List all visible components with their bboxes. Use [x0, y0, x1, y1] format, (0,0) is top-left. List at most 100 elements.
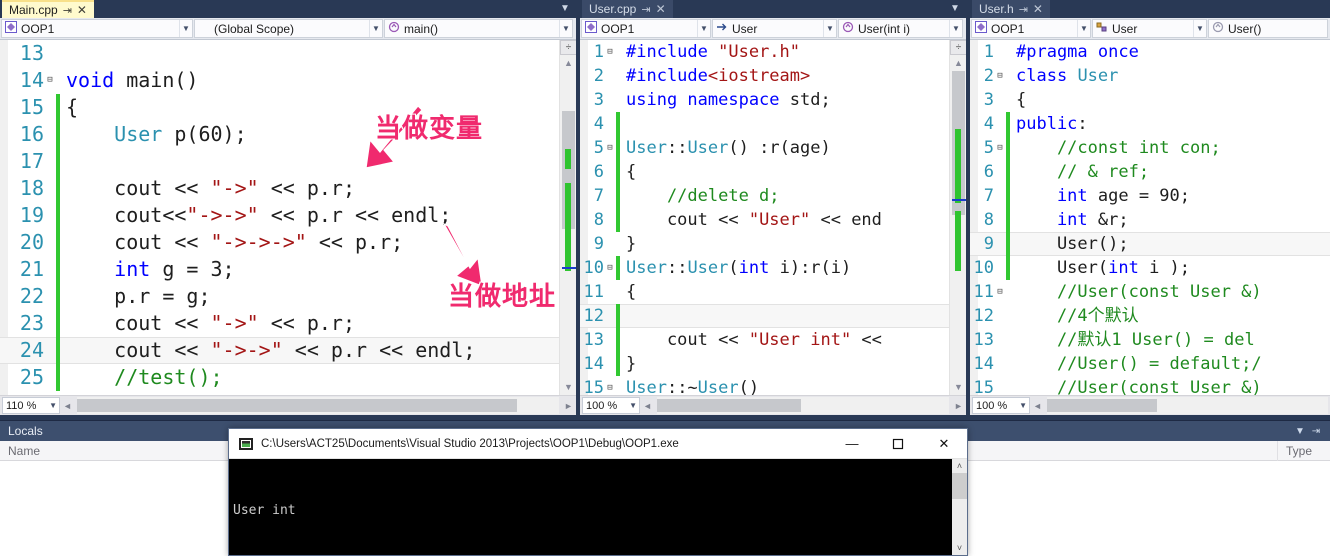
pin-icon[interactable]: ⇥	[1019, 3, 1028, 16]
code-line[interactable]: 1 #pragma once	[970, 40, 1330, 64]
console-scrollbar[interactable]: ˄ ˅	[952, 459, 967, 555]
scope-combo-3[interactable]: User ▼	[1092, 19, 1207, 38]
code-line[interactable]: 13 //默认1 User() = del	[970, 328, 1330, 352]
code-line[interactable]: 15 ⊟ User::~User()	[580, 376, 949, 395]
fold-toggle-icon[interactable]: ⊟	[44, 67, 56, 94]
vertical-scrollbar-1[interactable]: ÷ ▲ ▼	[559, 40, 577, 395]
close-icon[interactable]: ✕	[1033, 2, 1043, 16]
chevron-down-icon[interactable]: ▼	[1193, 20, 1206, 37]
code-line[interactable]: 3 using namespace std;	[580, 88, 949, 112]
chevron-down-icon[interactable]: ▼	[823, 20, 836, 37]
zoom-level-3[interactable]: 100 % ▼	[972, 397, 1030, 414]
chevron-down-icon[interactable]: ▼	[949, 20, 962, 37]
pin-icon[interactable]: ⇥	[1308, 426, 1324, 437]
code-line[interactable]: 17	[0, 148, 559, 175]
tab-main-cpp[interactable]: Main.cpp ⇥ ✕	[2, 0, 94, 18]
fold-toggle-icon[interactable]: ⊟	[604, 136, 616, 160]
member-combo-1[interactable]: main() ▼	[384, 19, 573, 38]
code-line[interactable]: 1 ⊟ #include "User.h"	[580, 40, 949, 64]
code-line[interactable]: 13 cout << "User int" <<	[580, 328, 949, 352]
tab-list-dropdown-icon[interactable]: ▼	[948, 1, 962, 17]
code-editor-1[interactable]: 13 14 ⊟ void main() 15{16 User p(60); 17 18 co…	[0, 40, 559, 395]
console-scroll-thumb[interactable]	[952, 473, 967, 499]
code-line[interactable]: 12 //4个默认	[970, 304, 1330, 328]
hscroll-left-icon[interactable]: ◄	[640, 401, 655, 411]
console-window[interactable]: C:\Users\ACT25\Documents\Visual Studio 2…	[228, 428, 968, 556]
code-line[interactable]: 15 //User(const User &)	[970, 376, 1330, 395]
chevron-down-icon[interactable]: ▼	[49, 401, 57, 410]
scroll-up-icon[interactable]: ▲	[950, 56, 967, 71]
horizontal-scroll-thumb-2[interactable]	[657, 399, 801, 412]
close-icon[interactable]: ✕	[656, 2, 666, 16]
code-line[interactable]: 9 User();	[970, 232, 1330, 256]
tab-user-cpp[interactable]: User.cpp ⇥ ✕	[582, 0, 673, 18]
code-line[interactable]: 25 //test();	[0, 364, 559, 391]
code-line[interactable]: 11 {	[580, 280, 949, 304]
code-line[interactable]: 4 public:	[970, 112, 1330, 136]
code-editor-3[interactable]: 1 #pragma once 2 ⊟ class User 3{4 public: 5 ⊟ //…	[970, 40, 1330, 395]
chevron-down-icon[interactable]: ▼	[559, 20, 572, 37]
fold-toggle-icon[interactable]: ⊟	[994, 280, 1006, 304]
chevron-down-icon[interactable]: ▼	[1019, 401, 1027, 410]
code-line[interactable]: 7 int age = 90;	[970, 184, 1330, 208]
scope-combo-2[interactable]: User ▼	[712, 19, 837, 38]
code-line[interactable]: 4	[580, 112, 949, 136]
fold-toggle-icon[interactable]: ⊟	[604, 376, 616, 395]
split-view-icon[interactable]: ÷	[560, 40, 577, 55]
code-line[interactable]: 14 //User() = default;/	[970, 352, 1330, 376]
hscroll-right-icon[interactable]: ►	[561, 401, 576, 411]
code-line[interactable]: 2 ⊟ class User	[970, 64, 1330, 88]
zoom-level-2[interactable]: 100 % ▼	[582, 397, 640, 414]
minimize-button[interactable]: —	[829, 429, 875, 459]
chevron-down-icon[interactable]: ▼	[1077, 20, 1090, 37]
fold-toggle-icon[interactable]: ⊟	[604, 40, 616, 64]
chevron-down-icon[interactable]: ▼	[369, 20, 382, 37]
code-line[interactable]: 12	[580, 304, 949, 328]
code-line[interactable]: 8 cout << "User" << end	[580, 208, 949, 232]
code-line[interactable]: 20 cout << "->->->" << p.r;	[0, 229, 559, 256]
code-line[interactable]: 3{	[970, 88, 1330, 112]
horizontal-scroll-track-1[interactable]	[77, 397, 559, 414]
chevron-down-icon[interactable]: ▼	[1292, 426, 1308, 437]
horizontal-scroll-track-2[interactable]	[657, 397, 949, 414]
pin-icon[interactable]: ⇥	[641, 3, 650, 16]
code-line[interactable]: 9}	[580, 232, 949, 256]
zoom-level-1[interactable]: 110 % ▼	[2, 397, 60, 414]
chevron-down-icon[interactable]: ▼	[697, 20, 710, 37]
project-combo-2[interactable]: OOP1 ▼	[581, 19, 711, 38]
hscroll-left-icon[interactable]: ◄	[60, 401, 75, 411]
close-button[interactable]: ✕	[921, 429, 967, 459]
code-line[interactable]: 8 int &r;	[970, 208, 1330, 232]
fold-toggle-icon[interactable]: ⊟	[994, 64, 1006, 88]
close-icon[interactable]: ✕	[77, 3, 87, 17]
code-line[interactable]: 18 cout << "->" << p.r;	[0, 175, 559, 202]
chevron-down-icon[interactable]: ▼	[629, 401, 637, 410]
hscroll-left-icon[interactable]: ◄	[1030, 401, 1045, 411]
horizontal-scroll-track-3[interactable]	[1047, 397, 1328, 414]
scope-combo-1[interactable]: (Global Scope) ▼	[194, 19, 383, 38]
project-combo-3[interactable]: OOP1 ▼	[971, 19, 1091, 38]
member-combo-2[interactable]: User(int i) ▼	[838, 19, 963, 38]
scroll-down-icon[interactable]: ▼	[560, 380, 577, 395]
scroll-down-icon[interactable]: ˅	[952, 541, 967, 555]
code-line[interactable]: 7 //delete d;	[580, 184, 949, 208]
code-line[interactable]: 2 #include<iostream>	[580, 64, 949, 88]
code-line[interactable]: 10 User(int i );	[970, 256, 1330, 280]
locals-column-type[interactable]: Type	[1278, 441, 1330, 461]
fold-toggle-icon[interactable]: ⊟	[604, 256, 616, 280]
code-line[interactable]: 10 ⊟ User::User(int i):r(i)	[580, 256, 949, 280]
hscroll-right-icon[interactable]: ►	[951, 401, 966, 411]
project-combo-1[interactable]: OOP1 ▼	[1, 19, 193, 38]
vertical-scrollbar-2[interactable]: ÷ ▲ ▼	[949, 40, 967, 395]
code-line[interactable]: 14}	[580, 352, 949, 376]
scroll-up-icon[interactable]: ˄	[952, 459, 967, 473]
code-line[interactable]: 24 cout << "->->" << p.r << endl;	[0, 337, 559, 364]
horizontal-scroll-thumb-3[interactable]	[1047, 399, 1157, 412]
member-combo-3[interactable]: User()	[1208, 19, 1328, 38]
scroll-down-icon[interactable]: ▼	[950, 380, 967, 395]
code-editor-2[interactable]: 1 ⊟ #include "User.h" 2 #include<iostream> 3 u…	[580, 40, 949, 395]
chevron-down-icon[interactable]: ▼	[179, 20, 192, 37]
scroll-track-2[interactable]	[951, 71, 966, 380]
horizontal-scroll-thumb-1[interactable]	[77, 399, 517, 412]
maximize-button[interactable]	[875, 429, 921, 459]
